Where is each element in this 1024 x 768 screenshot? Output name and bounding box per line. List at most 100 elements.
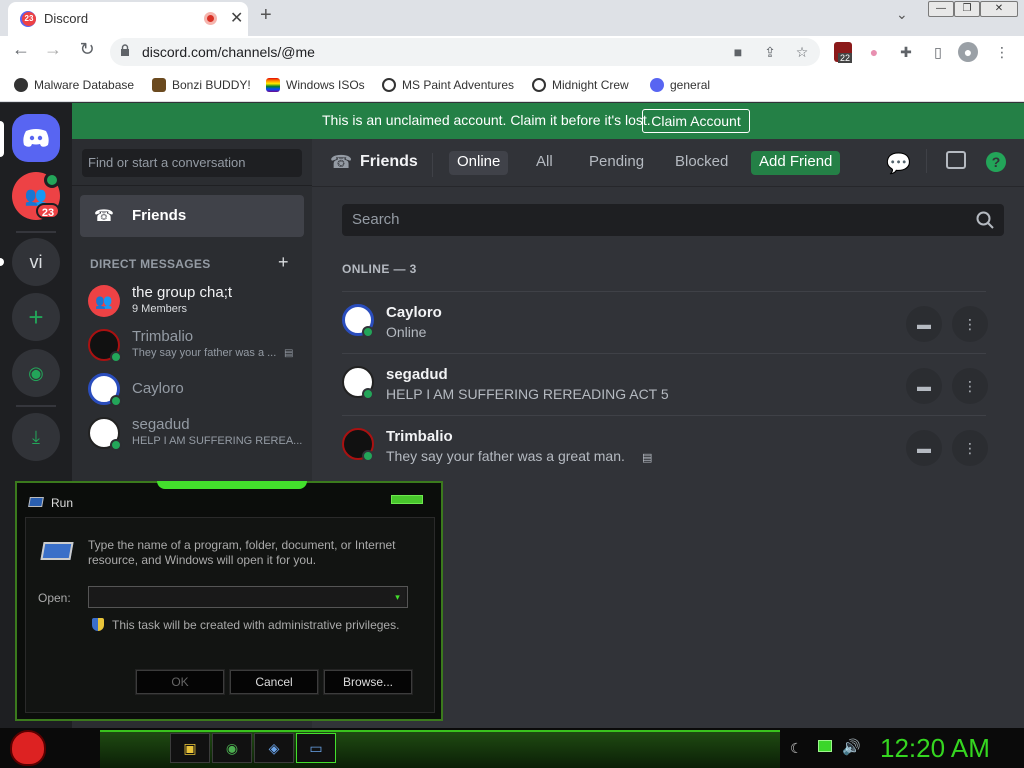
direct-messages-header: DIRECT MESSAGES <box>90 257 211 271</box>
bookmark-malware-database[interactable]: Malware Database <box>14 76 134 94</box>
unclaimed-account-banner: This is an unclaimed account. Claim it b… <box>72 103 1024 139</box>
profile-avatar-icon[interactable]: ● <box>958 42 978 62</box>
star-icon[interactable]: ☆ <box>792 42 812 62</box>
trans-flag-extension-icon[interactable]: ● <box>864 42 884 62</box>
tab-blocked[interactable]: Blocked <box>667 151 736 175</box>
minimize-button[interactable] <box>391 495 423 504</box>
bookmark-midnight-crew[interactable]: Midnight Crew <box>532 76 629 94</box>
volume-icon[interactable]: 🔊 <box>842 738 861 756</box>
more-options-icon[interactable]: ⋮ <box>952 430 988 466</box>
dm-row-cayloro[interactable]: Cayloro <box>80 367 304 411</box>
discord-home-button[interactable] <box>12 114 60 162</box>
new-group-dm-icon[interactable]: 💬 <box>886 151 911 176</box>
online-status-dot <box>362 388 374 400</box>
url-text: discord.com/channels/@me <box>142 44 315 60</box>
network-app-icon[interactable]: ◈ <box>254 733 294 763</box>
minimize-window-button[interactable]: — <box>928 1 954 17</box>
dm-status-text: HELP I AM SUFFERING REREA... <box>132 435 303 447</box>
bookmark-bonzi-buddy[interactable]: Bonzi BUDDY! <box>152 76 251 94</box>
help-icon[interactable]: ? <box>986 152 1006 172</box>
tab-online[interactable]: Online <box>449 151 509 175</box>
new-tab-icon[interactable]: + <box>260 4 272 27</box>
online-status-dot <box>362 326 374 338</box>
inbox-icon[interactable] <box>946 151 966 169</box>
file-explorer-icon[interactable]: ▣ <box>170 733 210 763</box>
ok-button[interactable]: OK <box>135 669 225 695</box>
forward-icon[interactable]: → <box>42 39 64 60</box>
rainbow-flag-icon <box>266 78 280 92</box>
server-divider <box>16 405 56 407</box>
message-icon[interactable]: ▬ <box>906 368 942 404</box>
reload-icon[interactable]: ↻ <box>76 39 98 60</box>
menu-kebab-icon[interactable]: ⋮ <box>992 42 1012 62</box>
explore-compass-icon[interactable]: ◉ <box>12 349 60 397</box>
browser-tab[interactable]: 23 Discord ✕ <box>8 2 248 36</box>
dm-row-segadud[interactable]: segadud HELP I AM SUFFERING REREA... <box>80 411 304 455</box>
close-window-button[interactable]: ✕ <box>980 1 1018 17</box>
network-tray-icon[interactable] <box>818 740 832 752</box>
group-avatar: 👥 <box>88 285 120 317</box>
camera-icon[interactable]: ■ <box>728 42 748 62</box>
tab-all[interactable]: All <box>528 151 561 175</box>
language-icon[interactable]: ☾ <box>790 740 803 757</box>
open-command-input[interactable] <box>88 586 408 608</box>
friends-search-input[interactable]: Search <box>342 204 1004 236</box>
run-taskbar-icon[interactable]: ▭ <box>296 733 336 763</box>
uac-shield-icon <box>92 618 104 631</box>
bookmark-ms-paint-adventures[interactable]: MS Paint Adventures <box>382 76 514 94</box>
friends-nav-item[interactable]: ☎ Friends <box>80 195 304 237</box>
title-glow <box>157 481 307 489</box>
run-window-icon <box>28 497 44 507</box>
taskbar: ▣ ◉ ◈ ▭ ☾ 🔊 12:20 AM <box>0 728 1024 768</box>
more-options-icon[interactable]: ⋮ <box>952 306 988 342</box>
tab-pending[interactable]: Pending <box>581 151 652 175</box>
restore-window-button[interactable]: ❐ <box>954 1 980 17</box>
cancel-button[interactable]: Cancel <box>229 669 319 695</box>
friend-row-cayloro[interactable]: Cayloro Online ▬ ⋮ <box>342 291 988 353</box>
bookmark-windows-isos[interactable]: Windows ISOs <box>266 76 365 94</box>
chrome-icon[interactable]: ◉ <box>212 733 252 763</box>
dm-row-trimbalio[interactable]: Trimbalio They say your father was a ...… <box>80 323 304 367</box>
create-dm-plus-icon[interactable]: + <box>278 252 289 273</box>
dm-status-text: They say your father was a ... <box>132 347 277 359</box>
friend-row-segadud[interactable]: segadud HELP I AM SUFFERING REREADING AC… <box>342 353 988 415</box>
add-friend-button[interactable]: Add Friend <box>751 151 841 175</box>
online-status-dot <box>110 439 122 451</box>
taskbar-clock[interactable]: 12:20 AM <box>880 733 990 764</box>
lock-icon[interactable] <box>120 44 130 56</box>
dropdown-arrow-icon[interactable]: ▾ <box>390 587 405 607</box>
start-button-angry-bird-icon[interactable] <box>10 730 46 766</box>
back-icon[interactable]: ← <box>10 39 32 60</box>
server-divider <box>16 231 56 233</box>
tab-search-chevron-icon[interactable]: ⌄ <box>896 6 908 23</box>
message-icon[interactable]: ▬ <box>906 306 942 342</box>
side-panel-icon[interactable]: ▯ <box>928 42 948 62</box>
message-icon[interactable]: ▬ <box>906 430 942 466</box>
unread-pill <box>0 258 4 266</box>
dm-row-group[interactable]: 👥 the group cha;t 9 Members <box>80 279 304 323</box>
download-apps-icon[interactable]: ⤓ <box>12 413 60 461</box>
friend-row-trimbalio[interactable]: Trimbalio They say your father was a gre… <box>342 415 988 477</box>
server-vi[interactable]: vi <box>12 238 60 286</box>
browse-button[interactable]: Browse... <box>323 669 413 695</box>
more-options-icon[interactable]: ⋮ <box>952 368 988 404</box>
run-dialog[interactable]: Run Type the name of a program, folder, … <box>15 481 443 721</box>
bookmark-general[interactable]: general <box>650 76 710 94</box>
dm-name: the group cha;t <box>132 284 233 301</box>
search-icon <box>976 211 994 229</box>
extensions-puzzle-icon[interactable]: ✚ <box>896 42 916 62</box>
claim-account-button[interactable]: Claim Account <box>642 109 750 133</box>
server-mention-badge: 23 <box>36 203 60 219</box>
smiley-icon <box>382 78 396 92</box>
friend-name: Cayloro <box>386 304 442 321</box>
friend-status: Online <box>386 324 427 340</box>
share-icon[interactable]: ⇪ <box>760 42 780 62</box>
online-status-dot <box>110 351 122 363</box>
note-icon: ▤ <box>284 348 294 359</box>
find-conversation-input[interactable]: Find or start a conversation <box>82 149 302 177</box>
friend-status: They say your father was a great man. <box>386 448 625 464</box>
recording-icon <box>204 12 217 25</box>
close-tab-icon[interactable]: ✕ <box>230 8 243 28</box>
note-icon: ▤ <box>642 452 653 464</box>
add-server-icon[interactable]: + <box>12 293 60 341</box>
